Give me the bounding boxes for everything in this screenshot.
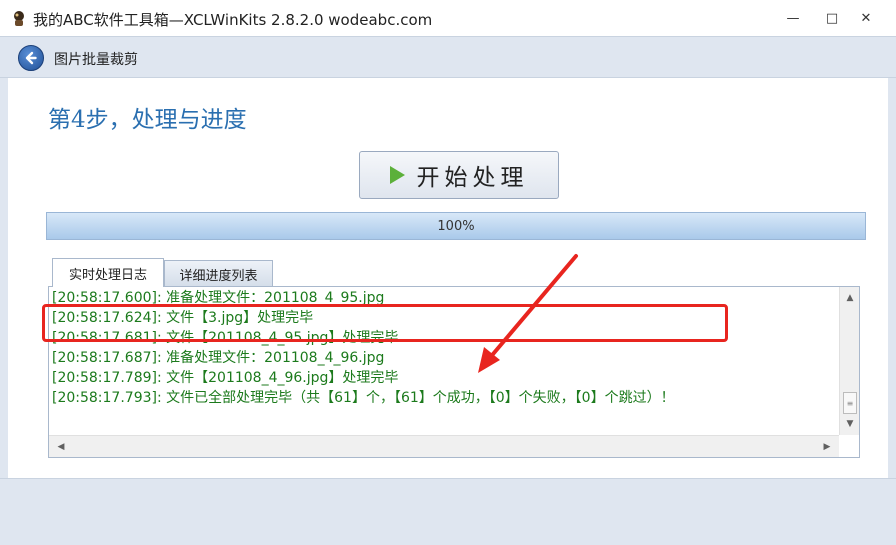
scroll-down-icon[interactable]: ▼ xyxy=(840,415,860,433)
log-list: [20:58:17.600]: 准备处理文件：201108_4_95.jpg [… xyxy=(52,288,832,408)
window-title: 我的ABC软件工具箱—XCLWinKits 2.8.2.0 wodeabc.co… xyxy=(33,11,433,29)
start-processing-button[interactable]: 开始处理 xyxy=(359,151,559,199)
frame-right xyxy=(888,78,896,478)
progress-label: 100% xyxy=(437,218,475,234)
minimize-button[interactable]: — xyxy=(779,6,807,30)
main-content: 第4步，处理与进度 开始处理 100% 实时处理日志 详细进度列表 [20:58… xyxy=(8,78,888,478)
scroll-right-icon[interactable]: ▶ xyxy=(817,438,837,456)
footer-bar xyxy=(0,478,896,545)
close-button[interactable]: ✕ xyxy=(852,6,880,30)
nav-title: 图片批量裁剪 xyxy=(54,52,138,68)
log-line: [20:58:17.600]: 准备处理文件：201108_4_95.jpg xyxy=(52,290,385,306)
log-line-summary: [20:58:17.793]: 文件已全部处理完毕（共【61】个，【61】个成功… xyxy=(52,390,675,406)
log-line: [20:58:17.687]: 准备处理文件：201108_4_96.jpg xyxy=(52,350,385,366)
maximize-button[interactable]: □ xyxy=(818,6,846,30)
start-button-label: 开始处理 xyxy=(416,165,529,191)
vertical-scrollbar[interactable]: ▲ ≡ ▼ xyxy=(839,287,859,435)
log-line: [20:58:17.789]: 文件【201108_4_96.jpg】处理完毕 xyxy=(52,370,399,386)
horizontal-scrollbar[interactable]: ◀ ▶ xyxy=(49,435,839,457)
scroll-left-icon[interactable]: ◀ xyxy=(51,438,71,456)
scroll-up-icon[interactable]: ▲ xyxy=(840,289,860,307)
play-icon xyxy=(389,166,405,184)
log-line: [20:58:17.681]: 文件【201108_4_95.jpg】处理完毕 xyxy=(52,330,399,346)
back-button[interactable] xyxy=(18,45,44,71)
nav-bar: 图片批量裁剪 xyxy=(0,36,896,78)
title-bar: 我的ABC软件工具箱—XCLWinKits 2.8.2.0 wodeabc.co… xyxy=(0,0,896,36)
scroll-thumb[interactable]: ≡ xyxy=(843,392,857,414)
log-panel: [20:58:17.600]: 准备处理文件：201108_4_95.jpg [… xyxy=(48,286,860,458)
progress-bar: 100% xyxy=(46,212,866,240)
log-line: [20:58:17.624]: 文件【3.jpg】处理完毕 xyxy=(52,310,314,326)
tab-realtime-log[interactable]: 实时处理日志 xyxy=(52,258,164,287)
back-arrow-icon xyxy=(25,51,37,65)
app-logo-icon xyxy=(14,11,24,26)
frame-left xyxy=(0,78,8,478)
step-title: 第4步，处理与进度 xyxy=(48,107,247,133)
tab-progress-list[interactable]: 详细进度列表 xyxy=(164,260,273,287)
